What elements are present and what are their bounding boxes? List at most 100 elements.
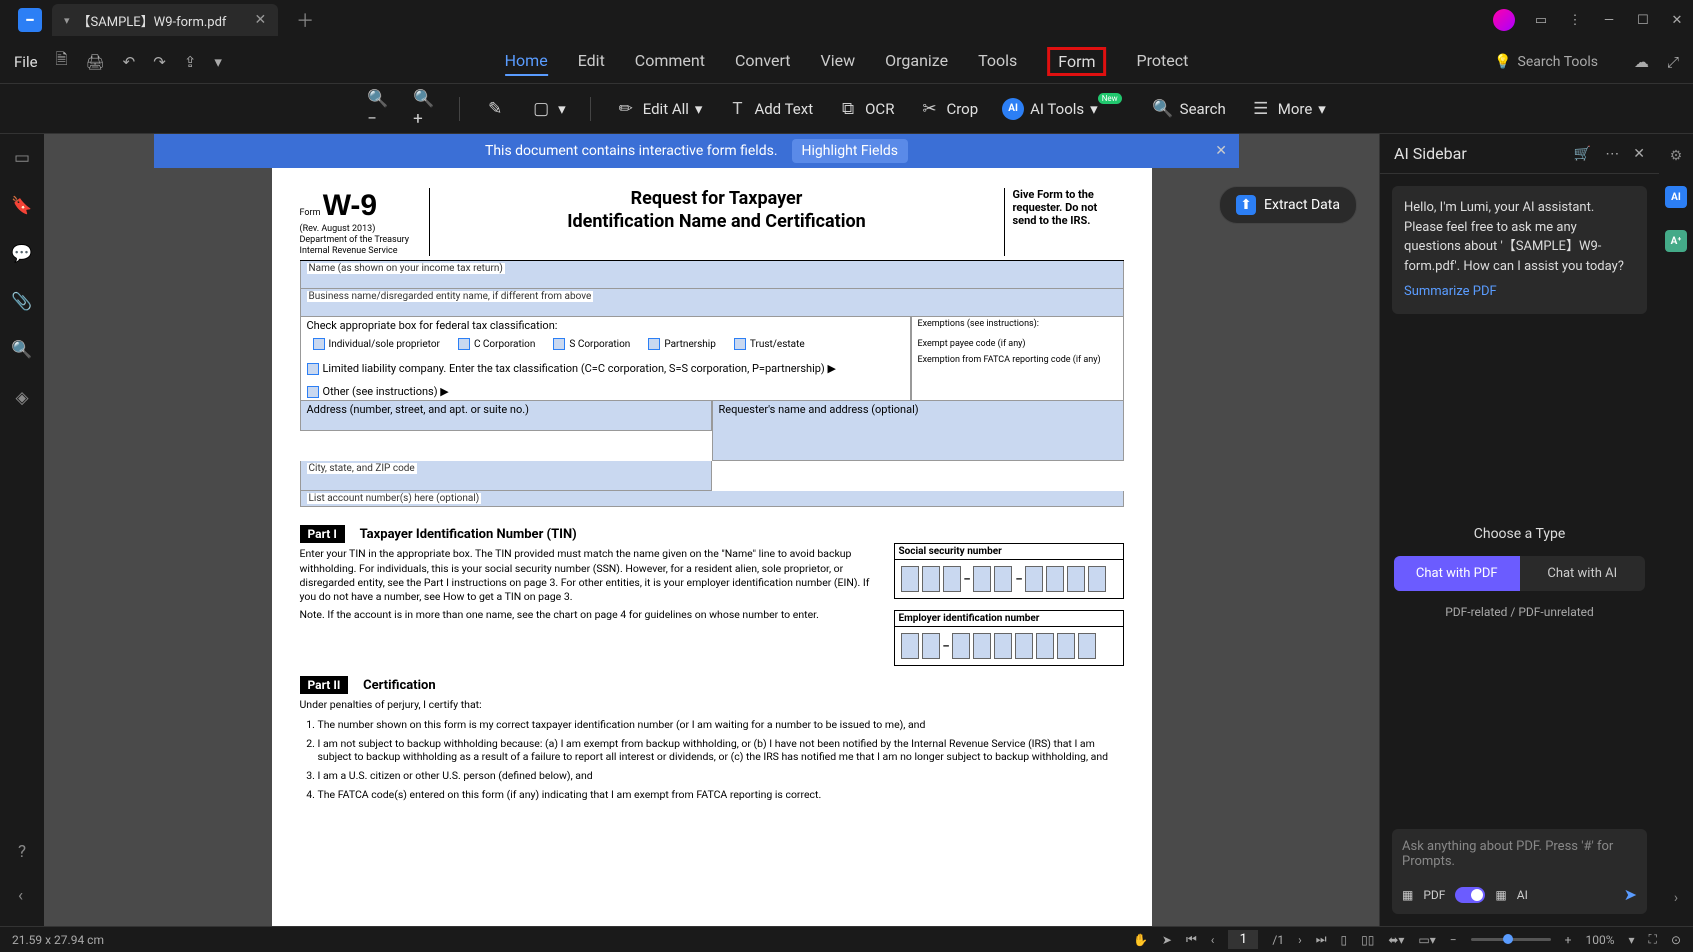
chat-with-pdf-button[interactable]: Chat with PDF bbox=[1394, 556, 1520, 591]
pen-icon: ✎ bbox=[484, 98, 506, 120]
cloud-icon[interactable]: ☁ bbox=[1634, 53, 1649, 71]
zoom-out-button[interactable]: 🔍− bbox=[367, 98, 389, 120]
cb-c-corp[interactable]: C Corporation bbox=[458, 338, 535, 350]
tab-view[interactable]: View bbox=[821, 47, 856, 76]
avatar[interactable] bbox=[1493, 9, 1515, 31]
tab-protect[interactable]: Protect bbox=[1137, 47, 1189, 76]
help-icon[interactable]: ? bbox=[18, 842, 26, 862]
summarize-link[interactable]: Summarize PDF bbox=[1404, 282, 1635, 302]
close-sidebar-icon[interactable]: ✕ bbox=[1633, 146, 1645, 162]
crop-button[interactable]: ✂Crop bbox=[918, 98, 978, 120]
cb-other[interactable]: Other (see instructions) ▶ bbox=[307, 385, 904, 398]
collapse-right-icon[interactable]: › bbox=[1674, 890, 1678, 906]
add-text-button[interactable]: TAdd Text bbox=[726, 98, 813, 120]
tab-tools[interactable]: Tools bbox=[978, 47, 1017, 76]
first-page-icon[interactable]: ⏮ bbox=[1186, 932, 1197, 947]
city-field[interactable]: City, state, and ZIP code bbox=[300, 461, 712, 491]
name-field[interactable]: Name (as shown on your income tax return… bbox=[300, 261, 1124, 289]
search-panel-icon[interactable]: 🔍 bbox=[11, 340, 32, 360]
last-page-icon[interactable]: ⏭ bbox=[1316, 932, 1327, 947]
thumbnails-icon[interactable]: ▭ bbox=[14, 148, 30, 168]
panel-icon[interactable]: ▭ bbox=[1533, 12, 1549, 28]
menubar: File 🗎 🖨 ↶ ↷ ⇪ ▾ Home Edit Comment Conve… bbox=[0, 40, 1693, 84]
highlight-fields-button[interactable]: Highlight Fields bbox=[792, 139, 909, 163]
close-tab-icon[interactable]: ✕ bbox=[254, 12, 266, 28]
account-field[interactable]: List account number(s) here (optional) bbox=[300, 491, 1124, 507]
tab-form[interactable]: Form bbox=[1047, 47, 1106, 76]
search-tools[interactable]: 💡 Search Tools bbox=[1494, 54, 1598, 70]
prev-page-icon[interactable]: ‹ bbox=[1211, 933, 1215, 947]
cb-individual[interactable]: Individual/sole proprietor bbox=[313, 338, 440, 350]
tab-home[interactable]: Home bbox=[505, 47, 548, 76]
cb-llc[interactable]: Limited liability company. Enter the tax… bbox=[307, 362, 904, 375]
shape-button[interactable]: ▢▾ bbox=[530, 98, 566, 120]
read-mode-icon[interactable]: ▭▾ bbox=[1418, 933, 1435, 947]
cart-icon[interactable]: 🛒 bbox=[1574, 146, 1591, 162]
more-icon[interactable]: ⋯ bbox=[1605, 146, 1619, 162]
fullscreen-icon[interactable]: ⛶ bbox=[1649, 932, 1657, 947]
ai-input-box[interactable]: Ask anything about PDF. Press '#' for Pr… bbox=[1392, 829, 1647, 914]
new-tab-button[interactable]: ＋ bbox=[296, 7, 314, 33]
ai-rail-icon[interactable]: AI bbox=[1665, 186, 1687, 208]
print-icon[interactable]: 🖨 bbox=[86, 53, 105, 71]
cb-s-corp[interactable]: S Corporation bbox=[553, 338, 630, 350]
pdf-page[interactable]: Print or type See Specific Instructions … bbox=[272, 168, 1152, 926]
kebab-icon[interactable]: ⋮ bbox=[1567, 12, 1583, 28]
zoom-in-button[interactable]: 🔍+ bbox=[413, 98, 435, 120]
edit-all-button[interactable]: ✏Edit All▾ bbox=[615, 98, 703, 120]
more-button[interactable]: ☰More▾ bbox=[1250, 98, 1326, 120]
zoom-dropdown-icon[interactable]: ▾ bbox=[1629, 933, 1635, 947]
attachment-icon[interactable]: 📎 bbox=[11, 292, 32, 312]
bookmark-icon[interactable]: 🔖 bbox=[11, 196, 32, 216]
cb-trust[interactable]: Trust/estate bbox=[734, 338, 805, 350]
comment-icon[interactable]: 💬 bbox=[11, 244, 32, 264]
send-icon[interactable]: ➤ bbox=[1624, 885, 1637, 904]
select-tool-icon[interactable]: ➤ bbox=[1162, 933, 1172, 947]
minimize-icon[interactable]: — bbox=[1601, 12, 1617, 28]
pdf-toggle[interactable] bbox=[1455, 887, 1485, 903]
statusbar: 21.59 x 27.94 cm ✋ ➤ ⏮ ‹ /1 › ⏭ ▯ ▯▯ ⬌▾ … bbox=[0, 926, 1693, 952]
file-menu[interactable]: File bbox=[14, 53, 38, 71]
tab-convert[interactable]: Convert bbox=[735, 47, 791, 76]
redo-icon[interactable]: ↷ bbox=[153, 53, 166, 71]
cb-partnership[interactable]: Partnership bbox=[648, 338, 716, 350]
layers-icon[interactable]: ◈ bbox=[15, 388, 28, 408]
fit-width-icon[interactable]: ⬌▾ bbox=[1388, 933, 1404, 947]
single-page-icon[interactable]: ▯ bbox=[1341, 933, 1348, 947]
page-input[interactable] bbox=[1228, 930, 1258, 949]
titlebar-right: ▭ ⋮ — ☐ ✕ bbox=[1493, 9, 1685, 31]
highlight-button[interactable]: ✎ bbox=[484, 98, 506, 120]
dropdown-icon[interactable]: ▾ bbox=[214, 53, 222, 71]
zoom-slider[interactable] bbox=[1471, 938, 1551, 941]
tab-edit[interactable]: Edit bbox=[578, 47, 605, 76]
chat-with-ai-button[interactable]: Chat with AI bbox=[1520, 556, 1646, 591]
search-button[interactable]: 🔍Search bbox=[1152, 98, 1226, 120]
ocr-button[interactable]: ⧉OCR bbox=[837, 98, 894, 120]
requester-field[interactable]: Requester's name and address (optional) bbox=[712, 401, 1124, 461]
settings-icon[interactable]: ⚙ bbox=[1670, 148, 1683, 164]
document-tab[interactable]: ▾ 【SAMPLE】W9-form.pdf ✕ bbox=[52, 4, 278, 36]
close-banner-icon[interactable]: ✕ bbox=[1215, 143, 1227, 159]
next-page-icon[interactable]: › bbox=[1298, 933, 1302, 947]
tab-comment[interactable]: Comment bbox=[635, 47, 705, 76]
extract-data-button[interactable]: ⬆ Extract Data bbox=[1219, 186, 1357, 224]
expand-icon[interactable]: ⤢ bbox=[1667, 53, 1679, 71]
address-field[interactable]: Address (number, street, and apt. or sui… bbox=[300, 401, 712, 431]
business-name-field[interactable]: Business name/disregarded entity name, i… bbox=[300, 289, 1124, 317]
save-icon[interactable]: 🗎 bbox=[56, 49, 68, 74]
undo-icon[interactable]: ↶ bbox=[123, 53, 136, 71]
zoom-out-status-icon[interactable]: − bbox=[1450, 933, 1457, 947]
collapse-left-icon[interactable]: ‹ bbox=[18, 886, 26, 906]
fit-page-icon[interactable]: ⊙ bbox=[1671, 933, 1681, 947]
ai-translate-icon[interactable]: A⁺ bbox=[1665, 230, 1687, 252]
hand-tool-icon[interactable]: ✋ bbox=[1133, 933, 1148, 947]
share-icon[interactable]: ⇪ bbox=[184, 53, 197, 71]
chevron-down-icon[interactable]: ▾ bbox=[64, 14, 70, 27]
tab-organize[interactable]: Organize bbox=[885, 47, 948, 76]
page-dimensions: 21.59 x 27.94 cm bbox=[12, 933, 104, 947]
ai-tools-button[interactable]: AIAI Tools▾New bbox=[1002, 98, 1128, 120]
maximize-icon[interactable]: ☐ bbox=[1635, 12, 1651, 28]
close-window-icon[interactable]: ✕ bbox=[1669, 12, 1685, 28]
zoom-in-status-icon[interactable]: + bbox=[1565, 933, 1572, 947]
two-page-icon[interactable]: ▯▯ bbox=[1361, 933, 1374, 947]
